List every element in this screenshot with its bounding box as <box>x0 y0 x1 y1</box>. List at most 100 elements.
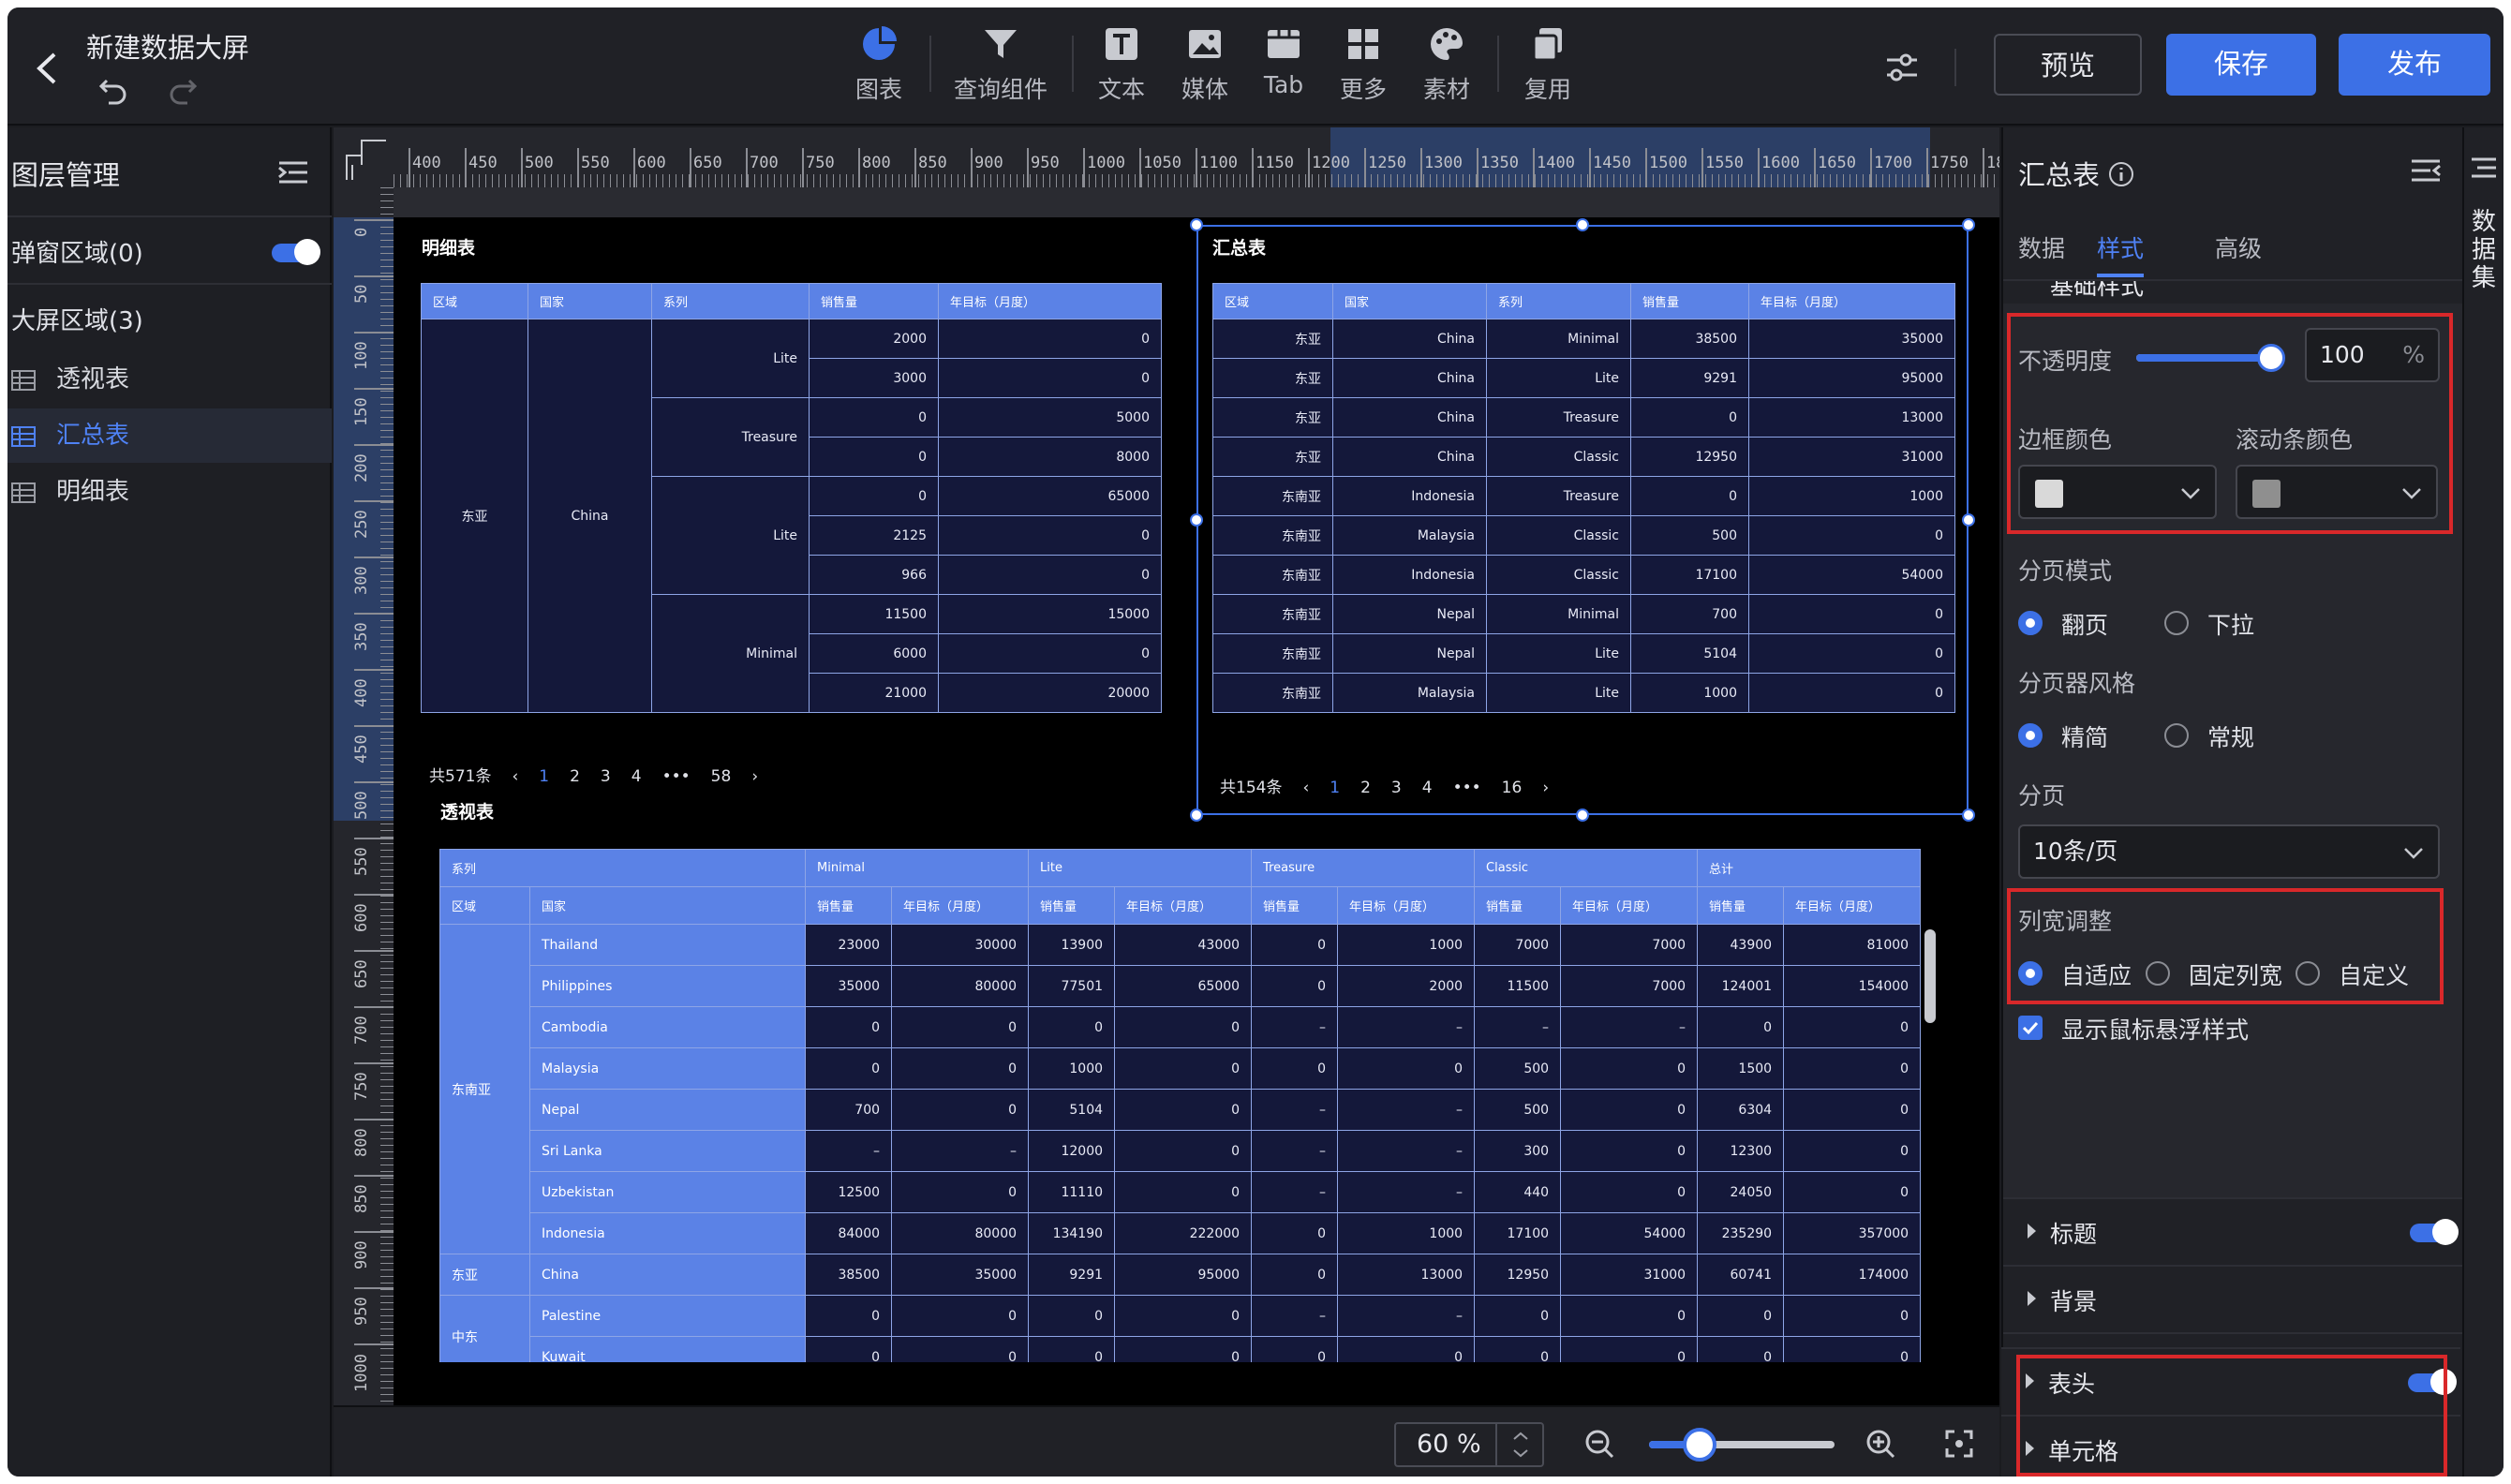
zoom-stepper[interactable] <box>1495 1424 1542 1465</box>
tab-advanced[interactable]: 高级 <box>2215 230 2262 264</box>
value-cell: 60741 <box>1697 1254 1785 1296</box>
title-toggle[interactable] <box>2410 1219 2459 1245</box>
value-cell: 81000 <box>1783 924 1922 966</box>
value-cell: 43000 <box>1114 924 1253 966</box>
expand-icon[interactable] <box>2470 156 2498 180</box>
zoom-bar: 60 % <box>334 1405 1999 1477</box>
preview-button[interactable]: 预览 <box>1994 34 2142 96</box>
save-button[interactable]: 保存 <box>2166 34 2316 96</box>
ruler-major-tick <box>354 725 394 727</box>
publish-button[interactable]: 发布 <box>2339 34 2490 96</box>
pivot-scrollbar[interactable] <box>1924 929 1936 1023</box>
resize-handle[interactable] <box>1576 218 1589 231</box>
section-header-partial[interactable]: 基础样式 <box>2003 281 2462 304</box>
section-title[interactable]: 标题 <box>2003 1197 2462 1265</box>
text-icon <box>1106 28 1137 60</box>
layer-item-detail[interactable]: 明细表 <box>7 465 332 519</box>
ruler-major-tick <box>1589 148 1591 187</box>
property-panel: 汇总表 数据 样式 高级 基础样式 不透明度 100% 边框颜色 滚动条颜色 分… <box>2001 127 2462 1477</box>
pager-page[interactable]: 2 <box>570 767 580 786</box>
pager-style-normal-radio[interactable] <box>2164 723 2189 748</box>
ruler-major-tick <box>577 148 579 187</box>
ruler-label: 700 <box>750 154 779 172</box>
page-size-select[interactable]: 10条/页 <box>2018 824 2440 879</box>
zoom-out-icon[interactable] <box>1583 1428 1615 1460</box>
tool-reuse[interactable]: 复用 <box>1496 24 1599 118</box>
pager-page[interactable]: 58 <box>711 767 732 786</box>
resize-handle[interactable] <box>1190 809 1203 822</box>
value-cell: 0 <box>938 633 1162 674</box>
section-background[interactable]: 背景 <box>2003 1265 2462 1332</box>
zoom-slider-thumb[interactable] <box>1683 1428 1716 1462</box>
value-cell: 174000 <box>1783 1254 1922 1296</box>
tool-label: 素材 <box>1422 76 1470 103</box>
tab-style[interactable]: 样式 <box>2097 230 2145 277</box>
resize-handle[interactable] <box>1190 513 1203 527</box>
collapse-icon[interactable] <box>2410 157 2442 184</box>
resize-handle[interactable] <box>1962 218 1975 231</box>
ruler-corner[interactable] <box>334 127 394 187</box>
zoom-slider[interactable] <box>1649 1428 1835 1462</box>
ruler-major-tick <box>1926 148 1928 187</box>
value-cell: – <box>1337 1089 1476 1131</box>
page-mode-flip-radio[interactable] <box>2018 611 2043 635</box>
layer-label: 汇总表 <box>56 422 130 450</box>
ruler-major-tick <box>1814 148 1816 187</box>
value-cell: – <box>1337 1295 1476 1337</box>
ruler-major-tick <box>354 950 394 952</box>
value-cell: 95000 <box>1114 1254 1253 1296</box>
pivot-table[interactable]: 系列 Minimal Lite Treasure Classic 总计 区域 国家 销售量 年目标… <box>439 849 1922 1362</box>
ruler-major-tick <box>1758 148 1760 187</box>
table-icon <box>11 426 36 447</box>
fit-screen-icon[interactable] <box>1943 1428 1975 1460</box>
pager-next-icon[interactable]: › <box>751 767 758 786</box>
redo-icon[interactable] <box>167 75 199 107</box>
ruler-major-tick <box>354 500 394 502</box>
app-window: 新建数据大屏 图表 查询组件 文本 媒体 Tab 更多 素材 复用 预览 保存 … <box>7 7 2504 1477</box>
value-cell: 966 <box>809 555 939 595</box>
value-cell: 0 <box>1114 1047 1253 1090</box>
ruler-major-tick <box>1252 148 1254 187</box>
back-icon[interactable] <box>28 45 66 92</box>
resize-handle[interactable] <box>1962 809 1975 822</box>
sliders-icon[interactable] <box>1883 49 1921 86</box>
layer-item-pivot[interactable]: 透视表 <box>7 352 332 407</box>
ruler-label: 950 <box>1031 154 1060 172</box>
selection-frame[interactable] <box>1196 225 1969 815</box>
layer-item-summary[interactable]: 汇总表 <box>7 408 332 463</box>
pager-total: 共571条 <box>429 767 492 786</box>
pager-style-simple-radio[interactable] <box>2018 723 2043 748</box>
pager-page[interactable]: 4 <box>631 767 642 786</box>
tool-chart[interactable]: 图表 <box>827 24 930 118</box>
dataset-tab[interactable]: 数据集 <box>2472 208 2498 292</box>
collapse-icon[interactable] <box>277 159 309 186</box>
page-mode-dropdown-radio[interactable] <box>2164 611 2189 635</box>
resize-handle[interactable] <box>1190 218 1203 231</box>
info-icon[interactable] <box>2108 161 2134 187</box>
value-cell: 700 <box>805 1089 893 1131</box>
pager-page[interactable]: 3 <box>601 767 611 786</box>
resize-handle[interactable] <box>1576 809 1589 822</box>
table-row: Nepal 700 0 5104 0– –500 0 6304 0 <box>440 1089 1922 1131</box>
zoom-input[interactable]: 60 % <box>1394 1422 1544 1467</box>
value-cell: 13900 <box>1028 924 1116 966</box>
tool-query[interactable]: 查询组件 <box>949 24 1052 118</box>
tool-assets[interactable]: 素材 <box>1395 24 1498 118</box>
pager-page[interactable]: 1 <box>539 767 549 786</box>
popup-area-toggle[interactable] <box>272 239 320 265</box>
page-mode-flip-label: 翻页 <box>2061 612 2109 639</box>
region-cell: 东南亚 <box>439 924 530 1254</box>
tab-icon <box>1268 30 1300 58</box>
undo-icon[interactable] <box>97 75 129 107</box>
zoom-in-icon[interactable] <box>1865 1428 1896 1460</box>
value-cell: – <box>1251 1295 1339 1337</box>
resize-handle[interactable] <box>1962 513 1975 527</box>
value-cell: 124001 <box>1697 965 1785 1007</box>
detail-table[interactable]: 区域 国家 系列 销售量 年目标（月度） 东亚 China Lite 2000 0 3000 0 Tre… <box>421 283 1162 713</box>
pager-page[interactable]: ••• <box>662 767 691 786</box>
pager-prev-icon[interactable]: ‹ <box>512 767 518 786</box>
hover-style-checkbox[interactable] <box>2018 1016 2043 1040</box>
tab-data[interactable]: 数据 <box>2018 230 2065 264</box>
value-cell: 154000 <box>1783 965 1922 1007</box>
ruler-major-tick <box>1083 148 1085 187</box>
